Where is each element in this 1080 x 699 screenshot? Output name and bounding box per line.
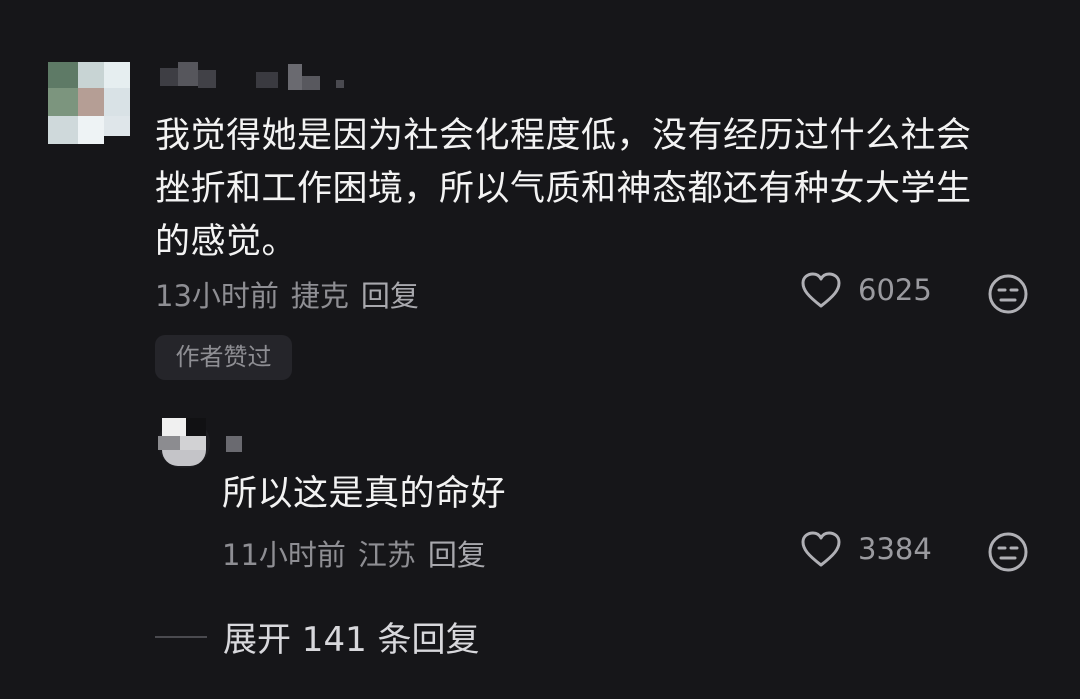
meh-face-icon[interactable] (987, 531, 1029, 573)
comment-text: 我觉得她是因为社会化程度低，没有经历过什么社会 挫折和工作困境，所以气质和神态都… (155, 116, 972, 262)
comment-like-button[interactable]: 6025 (800, 271, 932, 309)
comment-like-count: 6025 (858, 273, 932, 307)
reply-like-button[interactable]: 3384 (800, 530, 932, 568)
reply-reply-button[interactable]: 回复 (428, 538, 486, 572)
comment-username-redacted[interactable] (160, 62, 350, 94)
comment-meta: 13小时前 捷克 回复 (155, 273, 419, 315)
comment-time: 13小时前 (155, 279, 279, 313)
reply-location: 江苏 (357, 538, 416, 572)
expand-divider-line (155, 635, 207, 638)
meh-face-icon[interactable] (987, 273, 1029, 315)
expand-replies-button[interactable]: 展开 141 条回复 (155, 612, 480, 661)
author-liked-badge: 作者赞过 (155, 335, 292, 380)
expand-replies-label: 展开 141 条回复 (223, 620, 480, 660)
heart-outline-icon (801, 272, 841, 308)
reply-avatar[interactable] (158, 418, 210, 468)
reply-meta: 11小时前 江苏 回复 (222, 532, 486, 574)
reply-like-count: 3384 (858, 532, 932, 566)
comment-reply-button[interactable]: 回复 (361, 279, 419, 313)
reply-time: 11小时前 (222, 538, 346, 572)
heart-outline-icon (801, 531, 841, 567)
comment-location: 捷克 (290, 279, 349, 313)
reply-username-redacted[interactable] (226, 436, 246, 456)
reply-text: 所以这是真的命好 (222, 474, 507, 514)
comment-avatar[interactable] (48, 62, 130, 144)
